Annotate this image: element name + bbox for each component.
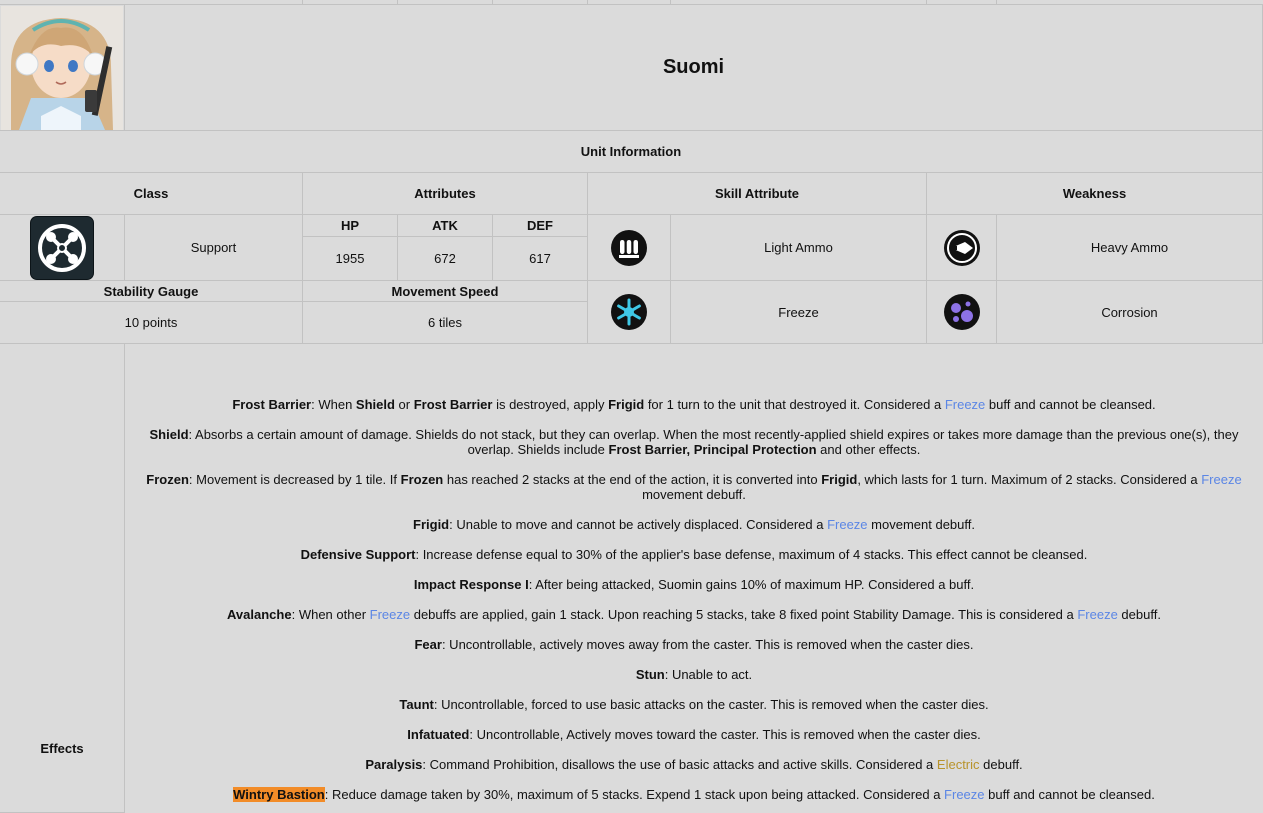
freeze-link[interactable]: Freeze [827, 517, 867, 532]
attributes-header: Attributes [303, 173, 588, 215]
freeze-icon [611, 294, 647, 330]
freeze-link[interactable]: Freeze [1201, 472, 1241, 487]
effect-item: Wintry Bastion: Reduce damage taken by 3… [233, 787, 1155, 802]
atk-value: 672 [398, 237, 493, 281]
stability-label: Stability Gauge [0, 281, 303, 302]
skill-attribute-icon-cell [588, 215, 671, 281]
character-name: Suomi [125, 5, 1263, 131]
movement-value: 6 tiles [303, 302, 588, 344]
effect-item: Paralysis: Command Prohibition, disallow… [365, 757, 1023, 772]
effect-item: Infatuated: Uncontrollable, Actively mov… [407, 727, 981, 742]
atk-label: ATK [398, 215, 493, 237]
movement-label: Movement Speed [303, 281, 588, 302]
character-portrait [1, 5, 123, 130]
light-ammo-icon [611, 229, 647, 266]
hp-value: 1955 [303, 237, 398, 281]
effect-item: Impact Response I: After being attacked,… [413, 577, 975, 592]
electric-link[interactable]: Electric [937, 757, 980, 772]
def-label: DEF [493, 215, 588, 237]
effect-item: Stun: Unable to act. [635, 667, 753, 682]
effect-item: Fear: Uncontrollable, actively moves awa… [414, 637, 974, 652]
skill-attribute-name: Light Ammo [671, 215, 927, 281]
weakness-name: Heavy Ammo [997, 215, 1263, 281]
portrait-cell [0, 5, 125, 131]
effect-item: Defensive Support: Increase defense equa… [300, 547, 1088, 562]
heavy-ammo-icon [943, 229, 980, 266]
freeze-link[interactable]: Freeze [945, 397, 985, 412]
effects-panel: Frost Barrier: When Shield or Frost Barr… [125, 344, 1263, 813]
corrosion-icon [943, 294, 980, 330]
effect-item: Shield: Absorbs a certain amount of dama… [149, 427, 1239, 457]
skill-attribute-name: Freeze [671, 281, 927, 344]
stability-value: 10 points [0, 302, 303, 344]
effect-item: Avalanche: When other Freeze debuffs are… [227, 607, 1161, 622]
skill-attribute-header: Skill Attribute [588, 173, 927, 215]
def-value: 617 [493, 237, 588, 281]
skill-attribute-icon-cell [588, 281, 671, 344]
weakness-icon-cell [927, 215, 997, 281]
effect-item: Frost Barrier: When Shield or Frost Barr… [232, 397, 1156, 412]
class-icon-cell [0, 215, 125, 281]
weakness-header: Weakness [927, 173, 1263, 215]
class-name: Support [125, 215, 303, 281]
weakness-icon-cell [927, 281, 997, 344]
weakness-name: Corrosion [997, 281, 1263, 344]
freeze-link[interactable]: Freeze [1077, 607, 1117, 622]
support-class-icon [31, 216, 93, 279]
effect-item: Frozen: Movement is decreased by 1 tile.… [146, 472, 1242, 502]
highlighted-term: Wintry Bastion [233, 787, 325, 802]
unit-info-heading: Unit Information [0, 131, 1263, 173]
hp-label: HP [303, 215, 398, 237]
freeze-link[interactable]: Freeze [370, 607, 410, 622]
freeze-link[interactable]: Freeze [944, 787, 984, 802]
effect-item: Frigid: Unable to move and cannot be act… [413, 517, 975, 532]
class-header: Class [0, 173, 303, 215]
effects-label: Effects [0, 344, 125, 813]
effect-item: Taunt: Uncontrollable, forced to use bas… [399, 697, 989, 712]
